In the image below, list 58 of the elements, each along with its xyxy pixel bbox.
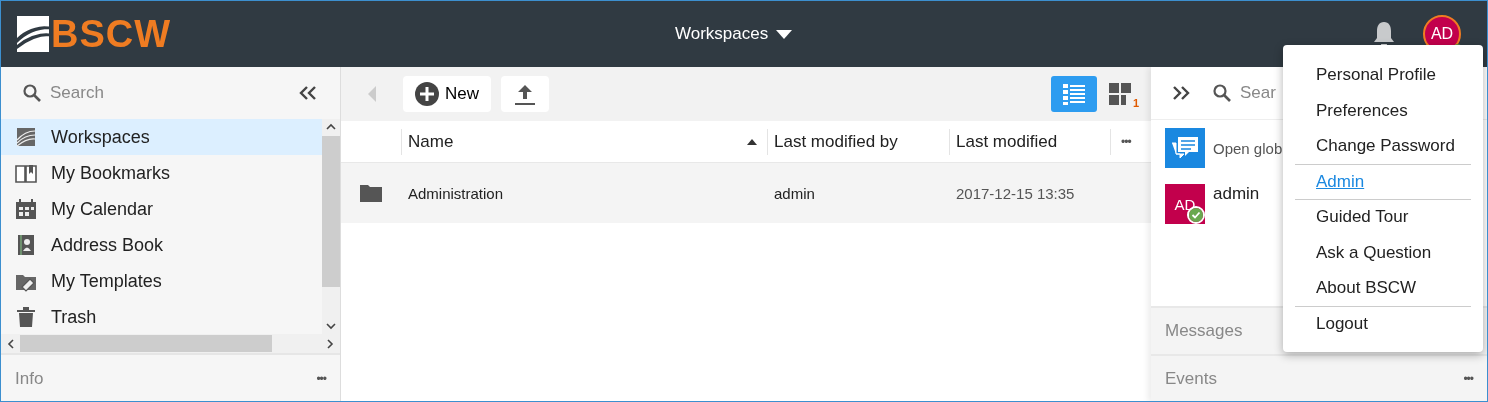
menu-item[interactable]: Logout	[1295, 306, 1471, 341]
expand-icon[interactable]	[1171, 85, 1191, 101]
search-field[interactable]: Sear	[1240, 83, 1290, 103]
scrollbar[interactable]	[322, 119, 340, 334]
workspaces-menu[interactable]: Workspaces	[675, 24, 793, 44]
new-button[interactable]: New	[403, 76, 491, 112]
list-view-button[interactable]	[1051, 76, 1097, 112]
menu-item[interactable]: Personal Profile	[1295, 58, 1471, 93]
info-label: Info	[15, 368, 44, 389]
search-field[interactable]: Search	[50, 83, 250, 103]
more-button[interactable]: •••	[316, 371, 326, 386]
scroll-down-icon[interactable]	[326, 323, 336, 330]
plus-icon	[415, 82, 439, 106]
sidebar-item[interactable]: Trash	[1, 299, 322, 335]
menu-item[interactable]: Guided Tour	[1295, 200, 1471, 235]
chat-icon	[1165, 128, 1205, 168]
table-cell[interactable]: Administration	[401, 184, 767, 202]
column-header[interactable]: Last modified by	[767, 128, 949, 155]
scroll-up-icon[interactable]	[326, 123, 336, 130]
search-icon	[1213, 84, 1231, 102]
logo-icon	[15, 16, 49, 52]
more-button[interactable]: •••	[1110, 128, 1131, 155]
trash-icon	[15, 306, 37, 328]
search-icon	[23, 84, 41, 102]
logo-text: BSCW	[51, 15, 172, 53]
scrollbar[interactable]	[1, 334, 340, 353]
calendar-icon	[15, 198, 37, 220]
bookmarks-icon	[15, 162, 37, 184]
more-button[interactable]: •••	[1463, 372, 1473, 386]
addressbook-icon	[15, 234, 37, 256]
folder-icon	[359, 183, 383, 203]
menu-item[interactable]: Change Password	[1295, 129, 1471, 164]
upload-icon	[513, 82, 537, 106]
column-header[interactable]: Last modified	[949, 128, 1110, 155]
count-label: 1	[1132, 97, 1139, 109]
workspaces-icon	[15, 126, 37, 148]
menu-item[interactable]: About BSCW	[1295, 271, 1471, 306]
upload-button[interactable]	[501, 76, 549, 112]
menu-item[interactable]: Preferences	[1295, 93, 1471, 128]
bell-icon[interactable]	[1373, 21, 1395, 47]
table-cell-text: 2017-12-15 13:35	[955, 184, 1076, 202]
menu-item[interactable]: Ask a Question	[1295, 235, 1471, 270]
scroll-left-icon[interactable]	[7, 338, 14, 349]
user-name[interactable]: admin	[1213, 184, 1260, 204]
sidebar-item[interactable]: My Bookmarks	[1, 155, 322, 191]
grid-icon	[1108, 82, 1132, 106]
caret-icon	[776, 29, 793, 39]
scroll-right-icon[interactable]	[327, 338, 334, 349]
admin-link[interactable]: Admin	[1295, 164, 1365, 199]
sidebar-item[interactable]: My Calendar	[1, 191, 322, 227]
chat-link[interactable]: Open glob	[1213, 139, 1283, 157]
sidebar-item[interactable]: Workspaces	[1, 119, 322, 155]
collapse-icon[interactable]	[298, 85, 318, 101]
table-cell-text: admin	[773, 184, 816, 202]
column-header[interactable]: Name	[401, 128, 767, 155]
sidebar-item[interactable]: My Templates	[1, 263, 322, 299]
list-icon	[1062, 82, 1086, 106]
sidebar-item[interactable]: Address Book	[1, 227, 322, 263]
